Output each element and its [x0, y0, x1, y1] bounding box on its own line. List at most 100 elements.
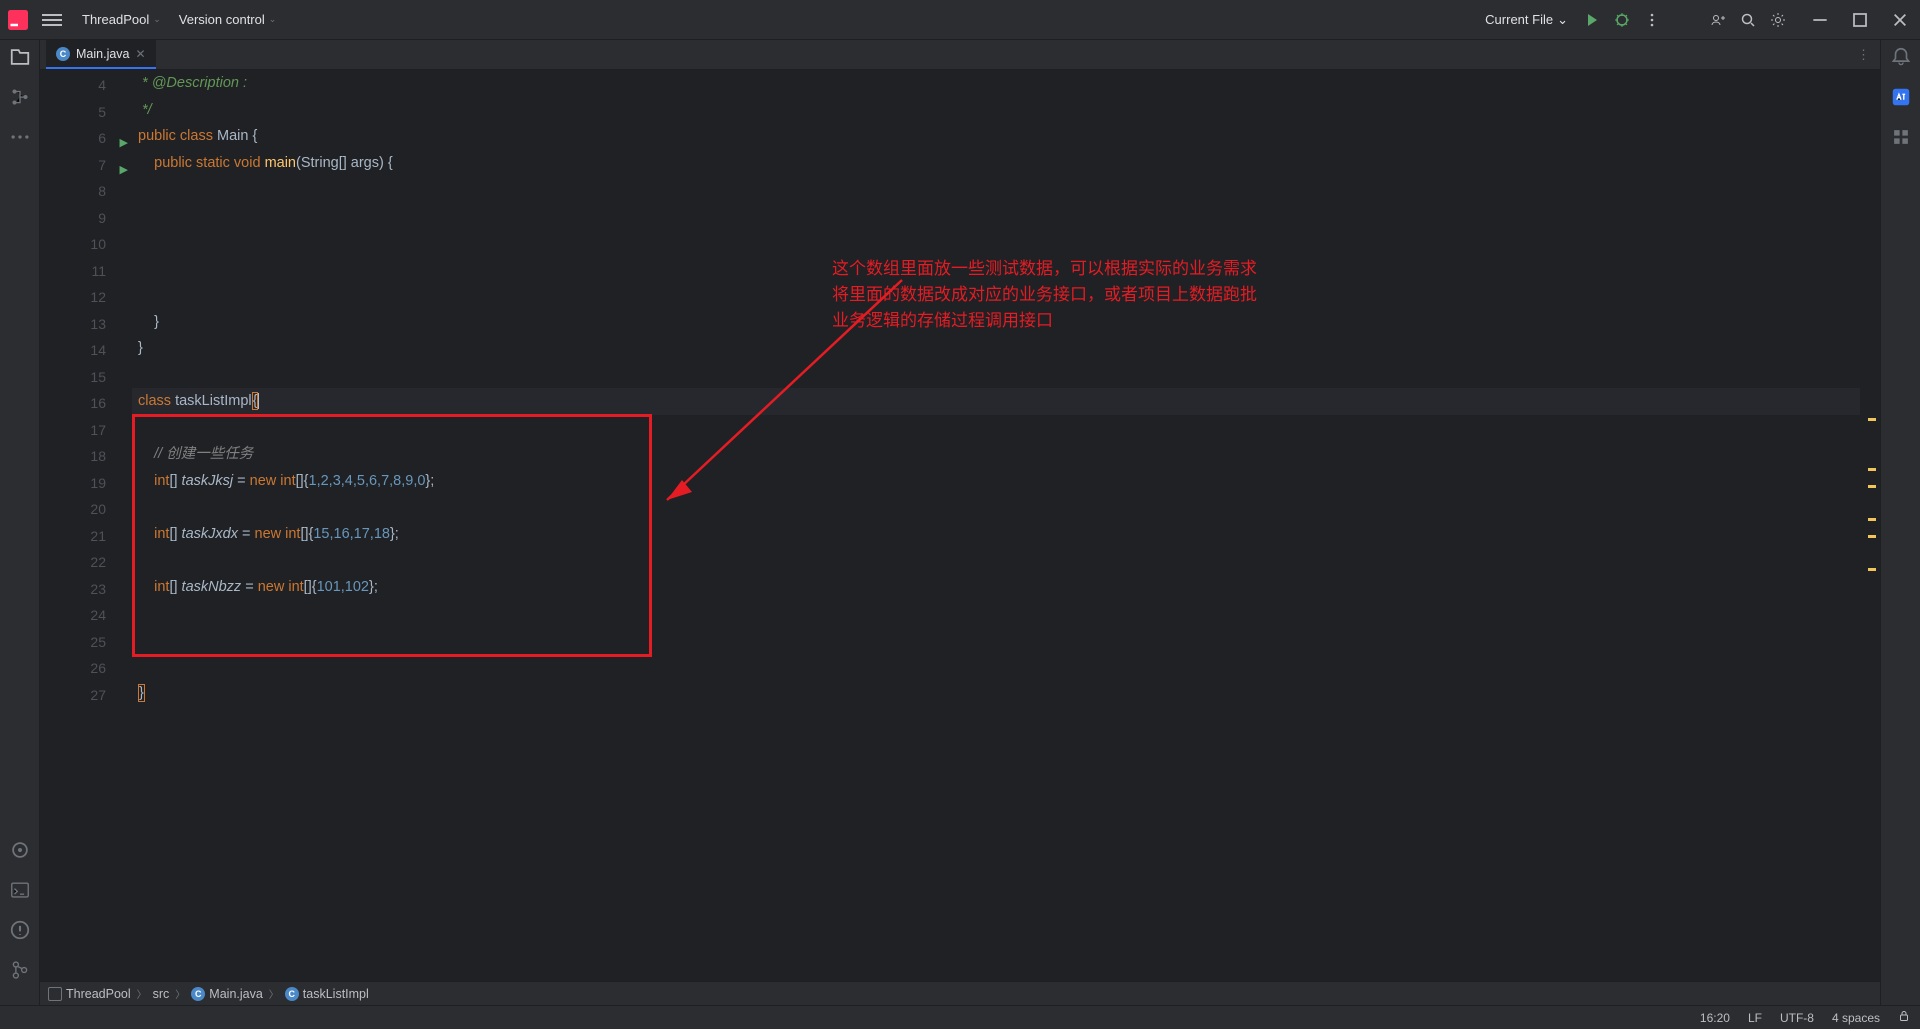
code-text: int	[154, 526, 169, 542]
code-text: int	[276, 473, 295, 489]
line-number: 27	[40, 682, 132, 709]
window-minimize-button[interactable]	[1808, 8, 1832, 32]
code-with-me-icon[interactable]	[1706, 8, 1730, 32]
code-text: Main	[217, 128, 248, 144]
vcs-label: Version control	[179, 12, 265, 27]
java-class-icon: C	[56, 47, 70, 61]
breadcrumb-bar: ThreadPool 〉 src 〉 C Main.java 〉 C taskL…	[40, 981, 1880, 1005]
tab-options-icon[interactable]: ⋮	[1847, 40, 1880, 69]
code-text: void	[234, 155, 261, 171]
code-text: int	[284, 579, 303, 595]
java-class-icon: C	[191, 987, 205, 1001]
chevron-down-icon: ⌄	[269, 14, 277, 25]
main-menu-icon[interactable]	[42, 10, 62, 30]
chevron-down-icon: ⌄	[153, 14, 161, 25]
project-tool-icon[interactable]	[9, 46, 31, 68]
code-text: taskJxdx	[182, 526, 238, 542]
code-text: * @Description :	[138, 75, 247, 91]
left-tool-strip	[0, 40, 40, 1005]
line-number: 23	[40, 576, 132, 603]
line-number: 17	[40, 417, 132, 444]
structure-tool-icon[interactable]	[9, 86, 31, 108]
project-name-label: ThreadPool	[82, 12, 149, 27]
breadcrumb-text: Main.java	[209, 987, 263, 1001]
line-number: 12	[40, 284, 132, 311]
breadcrumb-text: taskListImpl	[303, 987, 369, 1001]
code-text: int	[154, 579, 169, 595]
code-text: 101,102	[317, 579, 369, 595]
status-cursor-position[interactable]: 16:20	[1700, 1011, 1730, 1025]
notifications-tool-icon[interactable]	[1890, 46, 1912, 68]
more-actions-icon[interactable]	[1640, 8, 1664, 32]
code-text: */	[138, 102, 152, 118]
module-icon	[48, 987, 62, 1001]
line-number: 14	[40, 337, 132, 364]
project-menu[interactable]: ThreadPool ⌄	[76, 8, 167, 31]
editor-scrollbar-markers[interactable]	[1860, 70, 1880, 981]
search-everywhere-icon[interactable]	[1736, 8, 1760, 32]
code-text: }	[154, 314, 159, 330]
caret	[258, 393, 259, 409]
code-text: main	[265, 155, 296, 171]
chevron-right-icon: 〉	[175, 986, 185, 1001]
line-number: 25	[40, 629, 132, 656]
run-config-label: Current File	[1485, 12, 1553, 27]
terminal-tool-icon[interactable]	[9, 879, 31, 901]
code-text: }	[138, 684, 145, 702]
ai-assist-tool-icon[interactable]	[1890, 86, 1912, 108]
problems-tool-icon[interactable]	[9, 919, 31, 941]
database-tool-icon[interactable]	[1890, 126, 1912, 148]
window-close-button[interactable]	[1888, 8, 1912, 32]
current-line: class taskListImpl{	[132, 388, 1860, 415]
code-text: (String[] args) {	[296, 155, 393, 171]
status-line-sep[interactable]: LF	[1748, 1011, 1762, 1025]
code-text: static	[196, 155, 230, 171]
editor-tabs: C Main.java ✕ ⋮	[40, 40, 1880, 70]
git-tool-icon[interactable]	[9, 959, 31, 981]
code-text: class	[138, 393, 171, 409]
code-text: public	[154, 155, 192, 171]
line-number: 19	[40, 470, 132, 497]
tab-main-java[interactable]: C Main.java ✕	[46, 40, 156, 69]
build-tool-icon[interactable]	[9, 839, 31, 861]
code-text: int	[154, 473, 169, 489]
vcs-menu[interactable]: Version control ⌄	[173, 8, 283, 31]
code-text: class	[180, 128, 213, 144]
code-text: int	[281, 526, 300, 542]
readonly-lock-icon[interactable]	[1898, 1010, 1910, 1025]
line-number: 22	[40, 549, 132, 576]
line-gutter: 4 5 6▶ 7▶ 8 9 10 11 12 13 14 15 16 17 18…	[40, 70, 132, 981]
breadcrumb-class[interactable]: C taskListImpl	[285, 987, 369, 1001]
chevron-right-icon: 〉	[137, 986, 147, 1001]
code-text: new	[258, 579, 285, 595]
breadcrumb-src[interactable]: src	[153, 987, 170, 1001]
right-tool-strip	[1880, 40, 1920, 1005]
debug-button[interactable]	[1610, 8, 1634, 32]
run-config-dropdown[interactable]: Current File ⌄	[1479, 8, 1574, 32]
breadcrumb-text: src	[153, 987, 170, 1001]
line-number: 7▶	[40, 152, 132, 179]
window-maximize-button[interactable]	[1848, 8, 1872, 32]
line-number: 21	[40, 523, 132, 550]
editor[interactable]: ⚠ 4 ︿ ﹀ 4 5 6▶ 7▶ 8 9 10 11 12 13 14	[40, 70, 1880, 981]
status-encoding[interactable]: UTF-8	[1780, 1011, 1814, 1025]
line-number: 16	[40, 390, 132, 417]
code-text: // 创建一些任务	[154, 446, 253, 462]
tab-label: Main.java	[76, 47, 130, 61]
code-text: 15,16,17,18	[313, 526, 390, 542]
breadcrumb-file[interactable]: C Main.java	[191, 987, 263, 1001]
ide-settings-icon[interactable]	[1766, 8, 1790, 32]
status-indent[interactable]: 4 spaces	[1832, 1011, 1880, 1025]
chevron-down-icon: ⌄	[1557, 12, 1568, 28]
breadcrumb-text: ThreadPool	[66, 987, 131, 1001]
code-area[interactable]: * @Description : */ public class Main { …	[132, 70, 1860, 981]
code-text: }	[138, 340, 143, 356]
java-class-icon: C	[285, 987, 299, 1001]
code-text: public	[138, 128, 176, 144]
close-tab-icon[interactable]: ✕	[136, 47, 146, 61]
more-tool-icon[interactable]	[9, 126, 31, 148]
status-bar: 16:20 LF UTF-8 4 spaces	[0, 1005, 1920, 1029]
breadcrumb-root[interactable]: ThreadPool	[48, 987, 131, 1001]
run-button[interactable]	[1580, 8, 1604, 32]
menubar: ThreadPool ⌄ Version control ⌄ Current F…	[0, 0, 1920, 40]
